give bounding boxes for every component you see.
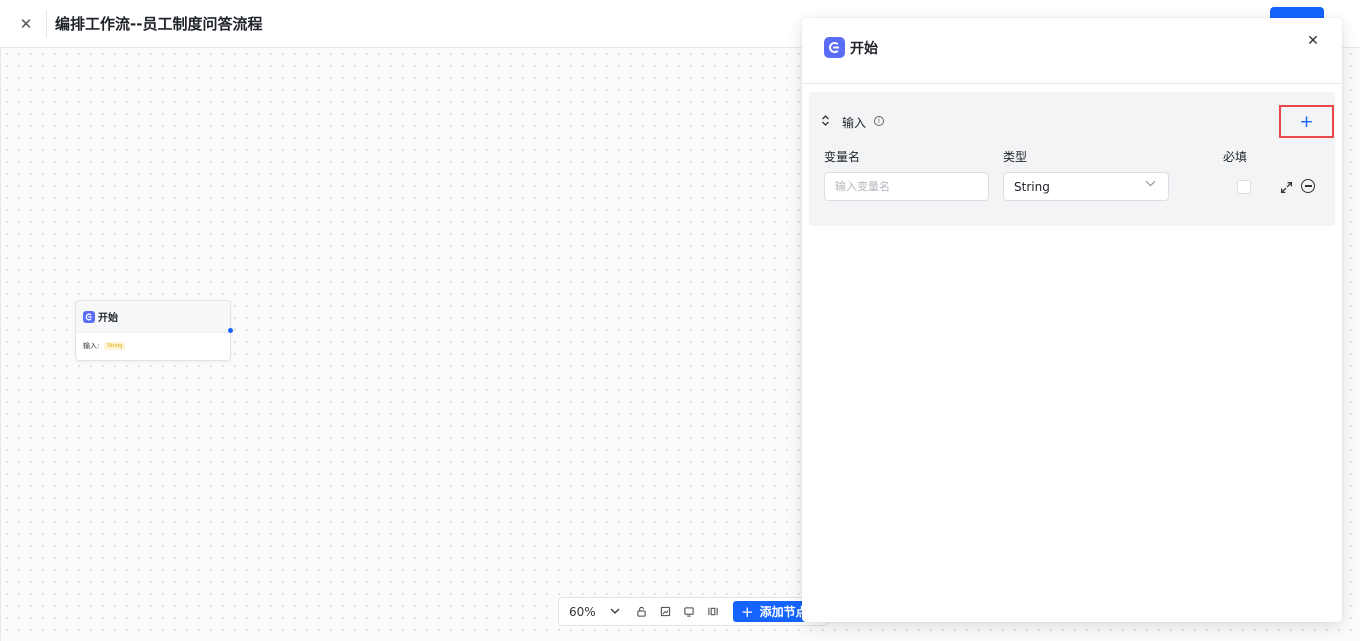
start-node-type-tag: String <box>104 342 126 350</box>
column-header-type: 类型 <box>1003 150 1028 164</box>
add-node-label: 添加节点 <box>759 605 808 619</box>
layout-icon[interactable] <box>701 600 725 624</box>
input-section: 输入 i + 变量名 类型 必填 String <box>809 92 1335 226</box>
fit-view-icon[interactable] <box>677 600 701 624</box>
start-node-input-label: 输入: <box>83 342 100 350</box>
start-node-icon <box>83 310 95 323</box>
node-config-panel: 开始 ✕ 输入 i + 变量名 类型 必填 String <box>802 18 1342 622</box>
add-variable-button[interactable]: + <box>1279 105 1334 138</box>
plus-icon: + <box>741 602 754 621</box>
start-node-body: 输入: String <box>76 333 230 359</box>
zoom-select[interactable]: 60% <box>559 605 629 619</box>
variable-type-value: String <box>1014 179 1050 194</box>
panel-title: 开始 <box>850 41 878 57</box>
remove-variable-icon[interactable] <box>1301 179 1315 193</box>
start-icon <box>824 37 845 58</box>
start-node[interactable]: 开始 输入: String <box>75 300 233 361</box>
input-section-label: 输入 <box>842 116 867 130</box>
start-node-output-port[interactable] <box>228 328 233 333</box>
zoom-level: 60% <box>569 604 596 619</box>
close-icon[interactable]: ✕ <box>1302 30 1324 52</box>
required-checkbox[interactable] <box>1237 180 1251 194</box>
start-node-title: 开始 <box>98 313 118 324</box>
column-header-required: 必填 <box>1223 150 1248 164</box>
header-divider <box>46 10 47 38</box>
start-node-header: 开始 <box>76 301 230 333</box>
expand-icon[interactable] <box>1278 179 1294 195</box>
info-icon[interactable]: i <box>874 116 884 126</box>
collapse-toggle-icon[interactable] <box>821 114 830 129</box>
variable-name-input[interactable] <box>824 172 989 201</box>
panel-header: 开始 ✕ <box>802 18 1342 84</box>
chevron-down-icon <box>1145 180 1156 190</box>
close-icon[interactable]: ✕ <box>14 12 38 36</box>
column-header-name: 变量名 <box>824 150 861 164</box>
lock-icon[interactable] <box>629 600 653 624</box>
canvas-toolbar: 60% + 添加节点 <box>558 597 828 626</box>
chevron-down-icon <box>610 607 620 617</box>
minimap-icon[interactable] <box>653 600 677 624</box>
page-title: 编排工作流--员工制度问答流程 <box>55 15 263 33</box>
variable-type-select[interactable]: String <box>1003 172 1169 201</box>
